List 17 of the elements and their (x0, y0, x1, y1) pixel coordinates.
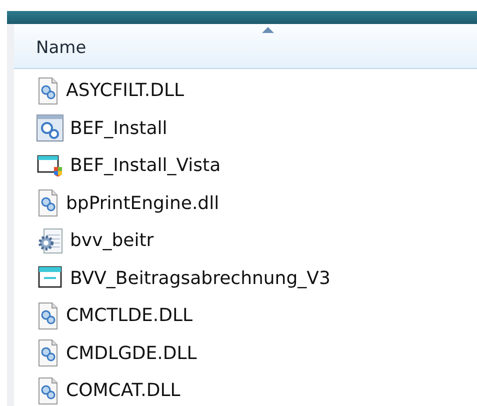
file-name[interactable]: COMCAT.DLL (66, 380, 180, 402)
file-name[interactable]: BEF_Install (70, 118, 168, 139)
file-name[interactable]: bpPrintEngine.dll (66, 192, 220, 214)
gear-document-icon (36, 76, 60, 105)
column-header[interactable]: Name (14, 24, 477, 69)
gear-document-icon (36, 339, 60, 368)
file-name[interactable]: CMCTLDE.DLL (66, 305, 193, 326)
column-title: Name (36, 38, 86, 58)
file-name[interactable]: BVV_Beitragsabrechnung_V3 (70, 268, 330, 289)
file-name[interactable]: BEF_Install_Vista (70, 155, 221, 176)
file-name[interactable]: CMDLGDE.DLL (66, 342, 197, 364)
gear-document-icon (36, 302, 60, 330)
gear-notepad-icon (36, 226, 64, 255)
file-name[interactable]: ASYCFILT.DLL (66, 80, 184, 102)
gear-window-icon (36, 114, 64, 142)
gear-document-icon (36, 189, 60, 218)
file-name[interactable]: bvv_beitr (70, 230, 154, 252)
